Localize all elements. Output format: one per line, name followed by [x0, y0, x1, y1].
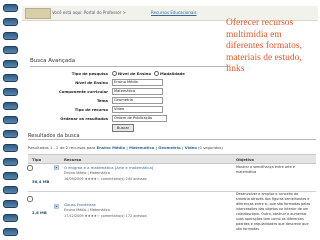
radio-level-label: Nível de Ensino — [118, 71, 151, 76]
radio-modality[interactable] — [154, 71, 159, 76]
binding-ring — [3, 186, 18, 194]
resource-type-label: Tipo de recurso — [74, 107, 108, 112]
summary-query: Ensino Médio | Matemática | Geometria | … — [96, 145, 197, 150]
binding-ring — [3, 200, 18, 208]
resource-stats: 17/12/2009 ★★★★☆ comentário(s) 172 acess… — [64, 214, 147, 218]
spiral-binding — [3, 4, 18, 238]
column-objective: Objetivo — [236, 157, 255, 162]
summary-suffix: (0 segundos) — [198, 145, 223, 150]
file-size: 2,8 MB — [32, 210, 47, 215]
binding-ring — [3, 32, 18, 40]
breadcrumb: Você está aqui: Portal do Professor > — [52, 10, 127, 15]
curriculum-select[interactable]: Matemática — [112, 88, 163, 95]
resource-objective: Desenvolver e ampliar o conceito de sime… — [236, 192, 311, 231]
binding-ring — [3, 228, 18, 236]
binding-ring — [3, 60, 18, 68]
binding-ring — [3, 172, 18, 180]
callout-text: Oferecer recursos multimídia em diferent… — [226, 18, 302, 74]
binding-ring — [3, 46, 18, 54]
column-type: Tipo — [32, 157, 42, 162]
curriculum-label: Componente curricular — [58, 89, 108, 94]
order-label: Ordenar os resultados — [60, 116, 108, 121]
binding-ring — [3, 74, 18, 82]
divider — [30, 66, 230, 67]
resource-type-select[interactable]: Vídeo — [112, 106, 163, 113]
row-checkbox[interactable] — [27, 165, 33, 171]
order-select[interactable]: Ordem de Publicação — [112, 115, 167, 122]
level-label: Nível de Ensino — [75, 80, 108, 85]
theme-select[interactable]: Geometria — [112, 97, 163, 104]
binding-ring — [3, 4, 18, 12]
binding-ring — [3, 88, 18, 96]
resource-meta: Ensino Médio | Matemática — [64, 171, 110, 175]
file-size: 56,4 MB — [32, 179, 50, 184]
theme-label: Tema — [96, 98, 108, 103]
resource-title[interactable]: Gauss Fronteiras — [64, 202, 96, 207]
binding-ring — [3, 116, 18, 124]
video-icon — [54, 165, 59, 170]
level-select[interactable]: Ensino Médio — [112, 79, 163, 86]
summary-prefix: Resultados 1 - 2 de 2 recursos para — [28, 145, 96, 150]
binding-ring — [3, 158, 18, 166]
resource-meta: Ensino Médio | Matemática — [64, 208, 110, 212]
divider — [28, 139, 316, 140]
binding-ring — [3, 18, 18, 26]
binding-ring — [3, 144, 18, 152]
video-icon — [54, 204, 59, 209]
resource-stats: 16/09/2009 ★★★★☆ comentário(s) 245 acess… — [64, 177, 147, 181]
row-checkbox[interactable] — [27, 196, 33, 202]
results-summary: Resultados 1 - 2 de 2 recursos para Ensi… — [28, 145, 223, 150]
resource-objective: Mostrar a semelhança entre arte e matemá… — [236, 165, 295, 174]
column-resource: Recurso — [64, 157, 82, 162]
binding-ring — [3, 214, 18, 222]
advanced-search-title: Busca Avançada — [30, 58, 76, 64]
resource-title[interactable]: O enigma e a matemática [Arte e matemáti… — [64, 165, 153, 170]
portal-logo — [25, 8, 51, 19]
radio-modality-label: Modalidade — [160, 71, 185, 76]
table-row: 2,8 MB Gauss Fronteiras Ensino Médio | M… — [27, 192, 316, 238]
binding-ring — [3, 102, 18, 110]
binding-ring — [3, 130, 18, 138]
radio-level[interactable] — [112, 71, 117, 76]
table-row: 56,4 MB O enigma e a matemática [Arte e … — [27, 163, 316, 192]
search-type-label: Tipo de pesquisa — [71, 71, 108, 76]
search-button[interactable]: Buscar — [112, 124, 134, 132]
breadcrumb-link[interactable]: Recursos Educacionais — [151, 10, 197, 15]
